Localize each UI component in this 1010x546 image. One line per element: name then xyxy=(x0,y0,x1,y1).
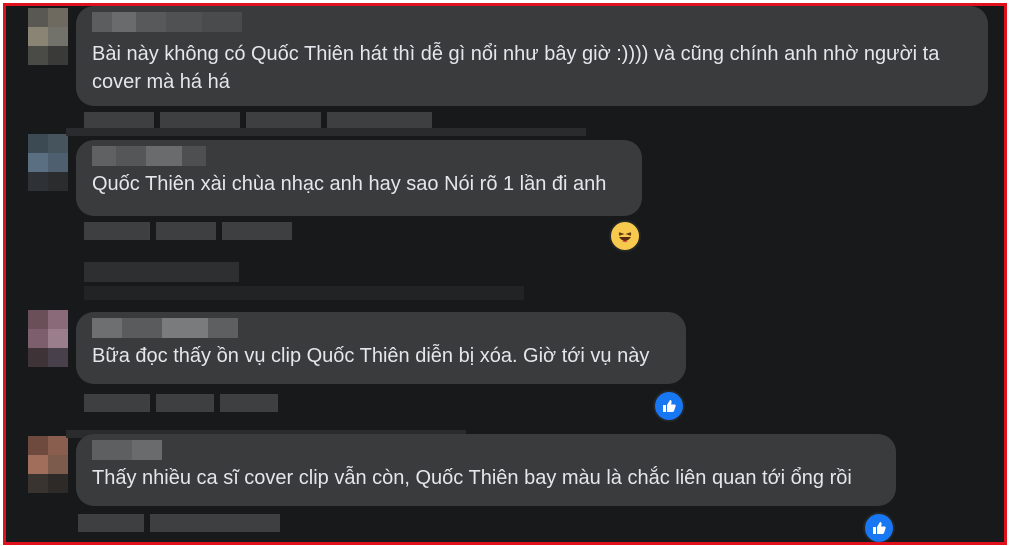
haha-reaction-icon[interactable] xyxy=(609,220,641,252)
author-name-blurred[interactable] xyxy=(92,440,880,460)
like-reaction-icon[interactable] xyxy=(653,390,685,422)
avatar[interactable] xyxy=(28,134,68,191)
blurred-strip xyxy=(84,262,239,282)
avatar[interactable] xyxy=(28,310,68,367)
comment-text: Bài này không có Quốc Thiên hát thì dễ g… xyxy=(92,43,940,93)
comment-bubble: Thấy nhiều ca sĩ cover clip vẫn còn, Quố… xyxy=(76,434,896,506)
comment-text: Thấy nhiều ca sĩ cover clip vẫn còn, Quố… xyxy=(92,467,852,489)
comment-bubble: Quốc Thiên xài chùa nhạc anh hay sao Nói… xyxy=(76,140,642,216)
comment-bubble: Bài này không có Quốc Thiên hát thì dễ g… xyxy=(76,6,988,106)
comment-text: Bữa đọc thấy ồn vụ clip Quốc Thiên diễn … xyxy=(92,345,650,367)
comments-panel: Bài này không có Quốc Thiên hát thì dễ g… xyxy=(3,3,1007,545)
comment-actions-blurred[interactable] xyxy=(84,394,278,412)
author-name-blurred[interactable] xyxy=(92,318,670,338)
comment-actions-blurred[interactable] xyxy=(84,222,292,240)
avatar[interactable] xyxy=(28,8,68,65)
comment-text: Quốc Thiên xài chùa nhạc anh hay sao Nói… xyxy=(92,173,607,195)
author-name-blurred[interactable] xyxy=(92,12,972,32)
like-reaction-icon[interactable] xyxy=(863,512,895,542)
comment-bubble: Bữa đọc thấy ồn vụ clip Quốc Thiên diễn … xyxy=(76,312,686,384)
comment-actions-blurred[interactable] xyxy=(78,514,280,532)
blurred-strip xyxy=(84,286,524,300)
blurred-strip xyxy=(66,128,586,136)
avatar[interactable] xyxy=(28,436,68,493)
author-name-blurred[interactable] xyxy=(92,146,626,166)
